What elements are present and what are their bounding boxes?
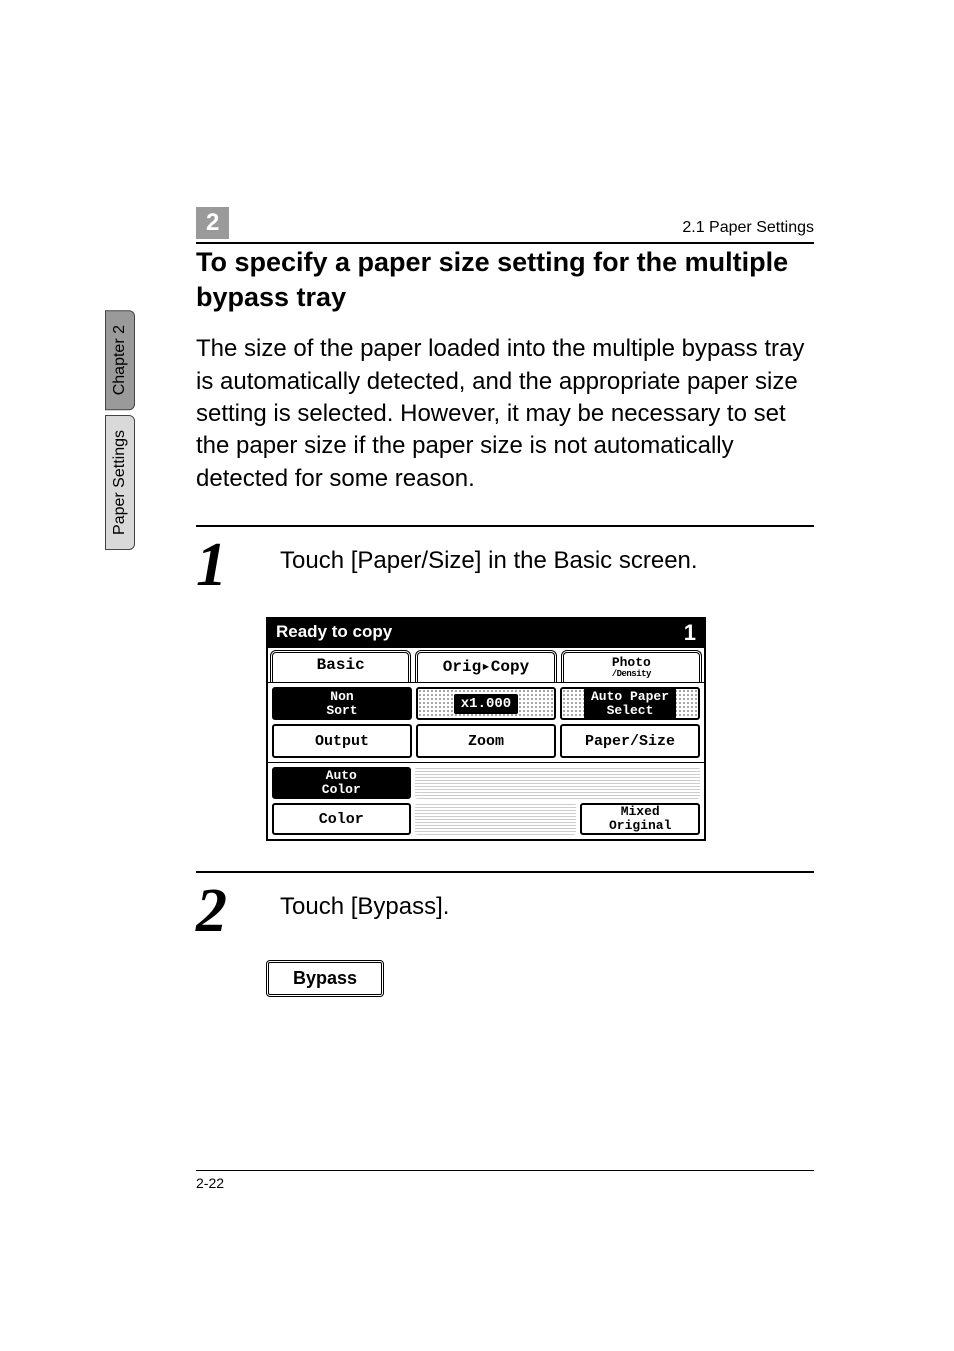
btn-nonsort[interactable]: Non Sort [272,687,412,721]
tab-basic[interactable]: Basic [270,650,411,682]
step-number: 2 [196,885,250,938]
btn-paper-size[interactable]: Paper/Size [560,724,700,758]
chapter-badge: 2 [196,207,229,239]
tab-photo-label: Photo [564,656,699,669]
divider [196,871,814,873]
zoom-value-wrap: x1.000 [416,687,556,721]
step-2: 2 Touch [Bypass]. [196,885,814,938]
bypass-button[interactable]: Bypass [266,960,384,997]
tab-density-label: /Density [564,669,699,679]
status-text: Ready to copy [276,622,392,644]
tab-origcopy[interactable]: Orig▸Copy [415,650,556,682]
status-number: 1 [684,622,696,644]
page-header: 2 2.1 Paper Settings [196,207,814,244]
btn-color[interactable]: Color [272,803,411,835]
intro-paragraph: The size of the paper loaded into the mu… [196,333,814,495]
tab-photo-density[interactable]: Photo /Density [561,650,702,682]
step-text: Touch [Paper/Size] in the Basic screen. [280,539,698,575]
hatched-area [415,767,700,799]
zoom-value: x1.000 [454,694,518,714]
btn-autocolor[interactable]: Auto Color [272,767,411,799]
btn-output[interactable]: Output [272,724,412,758]
header-title: 2.1 Paper Settings [682,219,814,239]
hatched-area-2 [415,803,577,835]
section-heading: To specify a paper size setting for the … [196,245,814,315]
page-number: 2-22 [196,1170,814,1191]
auto-paper-wrap: Auto Paper Select [560,687,700,721]
step-1: 1 Touch [Paper/Size] in the Basic screen… [196,539,814,592]
auto-paper-label: Auto Paper Select [584,688,676,719]
btn-mixed-original[interactable]: Mixed Original [580,803,700,835]
divider [196,525,814,527]
side-tab-section: Paper Settings [105,415,135,550]
step-number: 1 [196,539,250,592]
side-tab-chapter: Chapter 2 [105,310,135,410]
lcd-screen-mock: Ready to copy 1 Basic Orig▸Copy Photo /D… [266,617,706,841]
btn-zoom[interactable]: Zoom [416,724,556,758]
screen-status-bar: Ready to copy 1 [268,619,704,647]
step-text: Touch [Bypass]. [280,885,449,921]
